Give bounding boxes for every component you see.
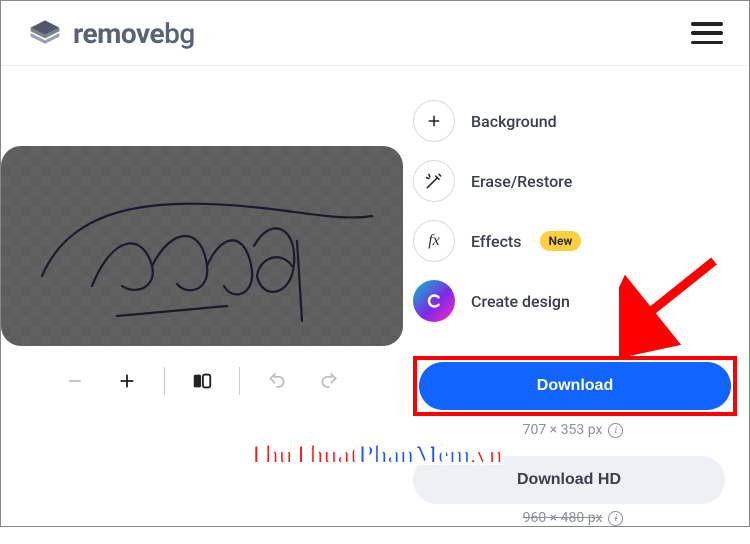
option-erase-restore[interactable]: Erase/Restore [413,156,737,206]
option-label: Background [471,112,557,131]
zoom-in-button[interactable] [112,366,142,396]
option-background[interactable]: Background [413,96,737,146]
compare-icon[interactable] [187,366,217,396]
option-label: Erase/Restore [471,172,572,191]
info-icon[interactable]: i [608,423,623,438]
actions-panel: Background Erase/Restore fx Effects New [403,96,750,544]
separator [164,367,165,395]
info-icon[interactable]: i [608,511,623,526]
menu-icon[interactable] [691,22,723,44]
main-content: Background Erase/Restore fx Effects New [1,66,749,544]
wand-icon [413,160,455,202]
preview-panel [1,96,403,544]
option-create-design[interactable]: Create design [413,276,737,326]
undo-button[interactable] [262,366,292,396]
edit-options: Background Erase/Restore fx Effects New [413,96,737,326]
new-badge: New [540,231,582,251]
zoom-out-button[interactable] [60,366,90,396]
download-resolution: 707 × 353 px i [413,422,733,438]
brand-name: removebg [73,17,195,50]
download-hd-label: Download HD [517,471,621,488]
zoom-toolbar [60,366,344,396]
download-highlight-box: Download [413,356,737,416]
brand-logo[interactable]: removebg [27,15,195,51]
download-button[interactable]: Download [419,362,731,410]
option-label: Create design [471,292,570,311]
download-hd-resolution: 960 × 480 px i [413,510,733,526]
canva-icon [413,280,455,322]
plus-icon [413,100,455,142]
image-preview[interactable] [1,146,403,346]
app-header: removebg [1,1,749,66]
download-hd-button[interactable]: Download HD [413,456,725,504]
logo-icon [27,15,63,51]
redo-button[interactable] [314,366,344,396]
download-button-label: Download [537,377,613,395]
fx-icon: fx [413,220,455,262]
separator [239,367,240,395]
signature-image [1,146,403,346]
option-label: Effects [471,232,522,251]
option-effects[interactable]: fx Effects New [413,216,737,266]
